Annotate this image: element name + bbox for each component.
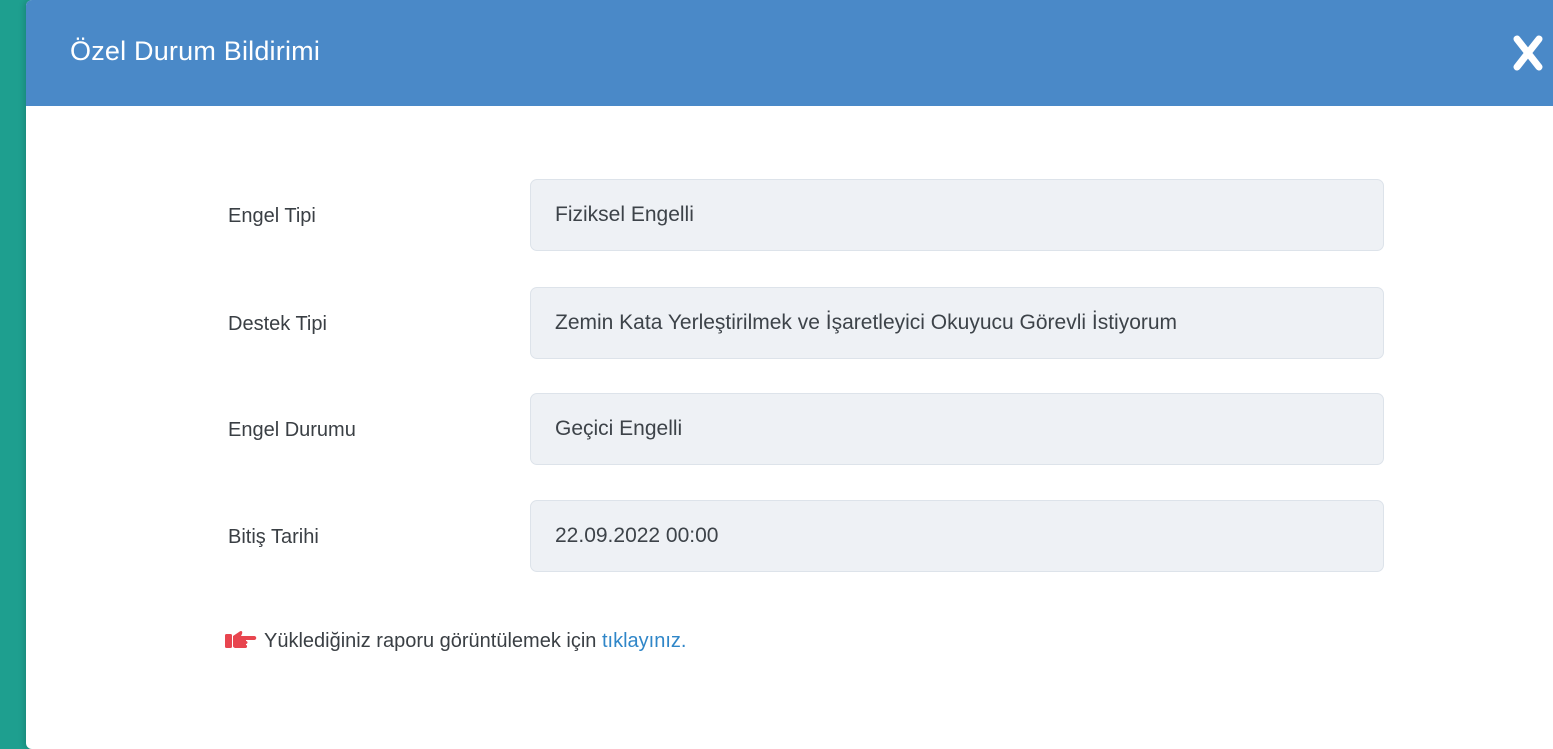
report-note: Yüklediğiniz raporu görüntülemek için tı… [224,627,686,658]
modal-title: Özel Durum Bildirimi [70,36,321,66]
bitis-tarihi-label: Bitiş Tarihi [228,526,319,548]
destek-tipi-field[interactable]: Zemin Kata Yerleştirilmek ve İşaretleyic… [530,287,1384,359]
pointing-hand-icon [224,628,258,658]
modal-header: Özel Durum Bildirimi [26,0,1553,106]
form-row-engel-durumu: Engel Durumu Geçici Engelli [26,393,1553,467]
engel-durumu-field[interactable]: Geçici Engelli [530,393,1384,465]
form-row-bitis-tarihi: Bitiş Tarihi 22.09.2022 00:00 [26,500,1553,574]
note-text: Yüklediğiniz raporu görüntülemek için [264,630,602,652]
engel-tipi-label: Engel Tipi [228,205,316,227]
view-report-link[interactable]: tıklayınız. [602,630,686,652]
engel-tipi-field[interactable]: Fiziksel Engelli [530,179,1384,251]
form-row-engel-tipi: Engel Tipi Fiziksel Engelli [26,179,1553,253]
close-button[interactable] [1513,30,1553,76]
engel-durumu-label: Engel Durumu [228,419,356,441]
special-status-modal: Özel Durum Bildirimi Engel Tipi Fiziksel… [26,0,1553,749]
bitis-tarihi-field[interactable]: 22.09.2022 00:00 [530,500,1384,572]
close-icon [1513,35,1543,71]
form-row-destek-tipi: Destek Tipi Zemin Kata Yerleştirilmek ve… [26,287,1553,361]
destek-tipi-label: Destek Tipi [228,313,327,335]
